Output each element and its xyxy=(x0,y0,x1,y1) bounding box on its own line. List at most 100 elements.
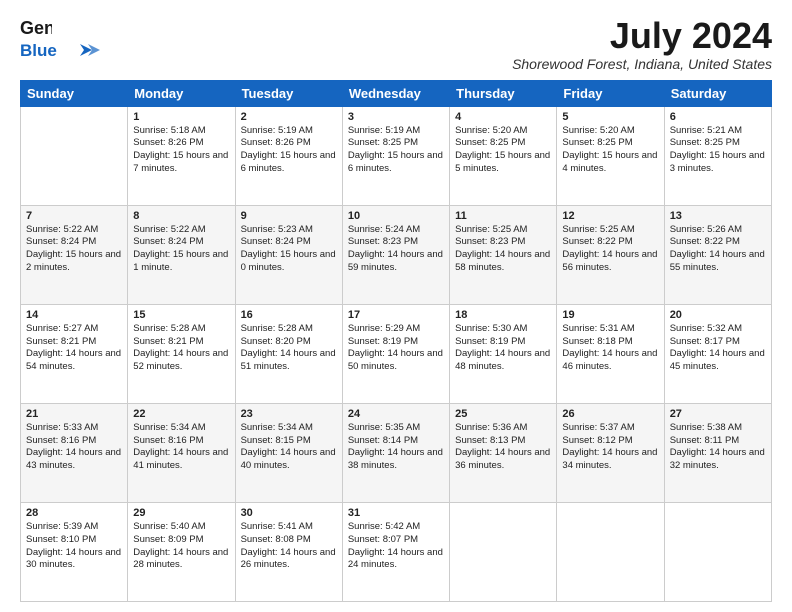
cell-info: Sunrise: 5:18 AMSunset: 8:26 PMDaylight:… xyxy=(133,125,228,174)
col-thursday: Thursday xyxy=(450,80,557,106)
day-number: 24 xyxy=(348,408,444,420)
table-row: 25 Sunrise: 5:36 AMSunset: 8:13 PMDaylig… xyxy=(450,403,557,502)
cell-info: Sunrise: 5:24 AMSunset: 8:23 PMDaylight:… xyxy=(348,224,443,273)
col-saturday: Saturday xyxy=(664,80,771,106)
calendar-week-row: 21 Sunrise: 5:33 AMSunset: 8:16 PMDaylig… xyxy=(21,403,772,502)
svg-text:Blue: Blue xyxy=(20,41,57,60)
day-number: 9 xyxy=(241,210,337,222)
cell-info: Sunrise: 5:20 AMSunset: 8:25 PMDaylight:… xyxy=(562,125,657,174)
cell-info: Sunrise: 5:42 AMSunset: 8:07 PMDaylight:… xyxy=(348,521,443,570)
day-number: 10 xyxy=(348,210,444,222)
table-row: 10 Sunrise: 5:24 AMSunset: 8:23 PMDaylig… xyxy=(342,205,449,304)
table-row: 8 Sunrise: 5:22 AMSunset: 8:24 PMDayligh… xyxy=(128,205,235,304)
col-tuesday: Tuesday xyxy=(235,80,342,106)
cell-info: Sunrise: 5:33 AMSunset: 8:16 PMDaylight:… xyxy=(26,422,121,471)
table-row: 20 Sunrise: 5:32 AMSunset: 8:17 PMDaylig… xyxy=(664,304,771,403)
col-monday: Monday xyxy=(128,80,235,106)
table-row: 15 Sunrise: 5:28 AMSunset: 8:21 PMDaylig… xyxy=(128,304,235,403)
table-row: 17 Sunrise: 5:29 AMSunset: 8:19 PMDaylig… xyxy=(342,304,449,403)
table-row: 12 Sunrise: 5:25 AMSunset: 8:22 PMDaylig… xyxy=(557,205,664,304)
cell-info: Sunrise: 5:32 AMSunset: 8:17 PMDaylight:… xyxy=(670,323,765,372)
table-row xyxy=(21,106,128,205)
table-row xyxy=(450,502,557,601)
table-row: 2 Sunrise: 5:19 AMSunset: 8:26 PMDayligh… xyxy=(235,106,342,205)
cell-info: Sunrise: 5:20 AMSunset: 8:25 PMDaylight:… xyxy=(455,125,550,174)
location: Shorewood Forest, Indiana, United States xyxy=(512,56,772,72)
cell-info: Sunrise: 5:39 AMSunset: 8:10 PMDaylight:… xyxy=(26,521,121,570)
col-friday: Friday xyxy=(557,80,664,106)
cell-info: Sunrise: 5:37 AMSunset: 8:12 PMDaylight:… xyxy=(562,422,657,471)
day-number: 31 xyxy=(348,507,444,519)
table-row xyxy=(557,502,664,601)
day-number: 2 xyxy=(241,111,337,123)
day-number: 17 xyxy=(348,309,444,321)
logo-bird-icon: Blue xyxy=(20,40,110,62)
cell-info: Sunrise: 5:19 AMSunset: 8:25 PMDaylight:… xyxy=(348,125,443,174)
day-number: 7 xyxy=(26,210,122,222)
table-row: 5 Sunrise: 5:20 AMSunset: 8:25 PMDayligh… xyxy=(557,106,664,205)
header: General Blue July 2024 Shorewood Forest,… xyxy=(20,16,772,72)
day-number: 12 xyxy=(562,210,658,222)
day-number: 28 xyxy=(26,507,122,519)
day-number: 1 xyxy=(133,111,229,123)
table-row: 23 Sunrise: 5:34 AMSunset: 8:15 PMDaylig… xyxy=(235,403,342,502)
table-row xyxy=(664,502,771,601)
cell-info: Sunrise: 5:19 AMSunset: 8:26 PMDaylight:… xyxy=(241,125,336,174)
table-row: 7 Sunrise: 5:22 AMSunset: 8:24 PMDayligh… xyxy=(21,205,128,304)
cell-info: Sunrise: 5:40 AMSunset: 8:09 PMDaylight:… xyxy=(133,521,228,570)
calendar-table: Sunday Monday Tuesday Wednesday Thursday… xyxy=(20,80,772,602)
table-row: 30 Sunrise: 5:41 AMSunset: 8:08 PMDaylig… xyxy=(235,502,342,601)
page: General Blue July 2024 Shorewood Forest,… xyxy=(0,0,792,612)
cell-info: Sunrise: 5:22 AMSunset: 8:24 PMDaylight:… xyxy=(26,224,121,273)
day-number: 6 xyxy=(670,111,766,123)
table-row: 29 Sunrise: 5:40 AMSunset: 8:09 PMDaylig… xyxy=(128,502,235,601)
header-row: Sunday Monday Tuesday Wednesday Thursday… xyxy=(21,80,772,106)
table-row: 4 Sunrise: 5:20 AMSunset: 8:25 PMDayligh… xyxy=(450,106,557,205)
day-number: 23 xyxy=(241,408,337,420)
table-row: 13 Sunrise: 5:26 AMSunset: 8:22 PMDaylig… xyxy=(664,205,771,304)
table-row: 9 Sunrise: 5:23 AMSunset: 8:24 PMDayligh… xyxy=(235,205,342,304)
calendar-week-row: 28 Sunrise: 5:39 AMSunset: 8:10 PMDaylig… xyxy=(21,502,772,601)
day-number: 8 xyxy=(133,210,229,222)
day-number: 25 xyxy=(455,408,551,420)
table-row: 21 Sunrise: 5:33 AMSunset: 8:16 PMDaylig… xyxy=(21,403,128,502)
cell-info: Sunrise: 5:34 AMSunset: 8:16 PMDaylight:… xyxy=(133,422,228,471)
cell-info: Sunrise: 5:21 AMSunset: 8:25 PMDaylight:… xyxy=(670,125,765,174)
table-row: 11 Sunrise: 5:25 AMSunset: 8:23 PMDaylig… xyxy=(450,205,557,304)
cell-info: Sunrise: 5:26 AMSunset: 8:22 PMDaylight:… xyxy=(670,224,765,273)
cell-info: Sunrise: 5:36 AMSunset: 8:13 PMDaylight:… xyxy=(455,422,550,471)
day-number: 3 xyxy=(348,111,444,123)
day-number: 16 xyxy=(241,309,337,321)
col-wednesday: Wednesday xyxy=(342,80,449,106)
day-number: 15 xyxy=(133,309,229,321)
day-number: 11 xyxy=(455,210,551,222)
table-row: 6 Sunrise: 5:21 AMSunset: 8:25 PMDayligh… xyxy=(664,106,771,205)
cell-info: Sunrise: 5:34 AMSunset: 8:15 PMDaylight:… xyxy=(241,422,336,471)
day-number: 13 xyxy=(670,210,766,222)
day-number: 14 xyxy=(26,309,122,321)
cell-info: Sunrise: 5:27 AMSunset: 8:21 PMDaylight:… xyxy=(26,323,121,372)
cell-info: Sunrise: 5:25 AMSunset: 8:22 PMDaylight:… xyxy=(562,224,657,273)
table-row: 3 Sunrise: 5:19 AMSunset: 8:25 PMDayligh… xyxy=(342,106,449,205)
cell-info: Sunrise: 5:28 AMSunset: 8:20 PMDaylight:… xyxy=(241,323,336,372)
day-number: 26 xyxy=(562,408,658,420)
title-area: July 2024 Shorewood Forest, Indiana, Uni… xyxy=(512,16,772,72)
cell-info: Sunrise: 5:31 AMSunset: 8:18 PMDaylight:… xyxy=(562,323,657,372)
day-number: 4 xyxy=(455,111,551,123)
cell-info: Sunrise: 5:41 AMSunset: 8:08 PMDaylight:… xyxy=(241,521,336,570)
col-sunday: Sunday xyxy=(21,80,128,106)
day-number: 19 xyxy=(562,309,658,321)
day-number: 18 xyxy=(455,309,551,321)
cell-info: Sunrise: 5:23 AMSunset: 8:24 PMDaylight:… xyxy=(241,224,336,273)
cell-info: Sunrise: 5:25 AMSunset: 8:23 PMDaylight:… xyxy=(455,224,550,273)
logo-icon: General xyxy=(20,16,52,42)
table-row: 19 Sunrise: 5:31 AMSunset: 8:18 PMDaylig… xyxy=(557,304,664,403)
calendar-week-row: 1 Sunrise: 5:18 AMSunset: 8:26 PMDayligh… xyxy=(21,106,772,205)
cell-info: Sunrise: 5:29 AMSunset: 8:19 PMDaylight:… xyxy=(348,323,443,372)
day-number: 27 xyxy=(670,408,766,420)
cell-info: Sunrise: 5:22 AMSunset: 8:24 PMDaylight:… xyxy=(133,224,228,273)
table-row: 16 Sunrise: 5:28 AMSunset: 8:20 PMDaylig… xyxy=(235,304,342,403)
table-row: 22 Sunrise: 5:34 AMSunset: 8:16 PMDaylig… xyxy=(128,403,235,502)
table-row: 24 Sunrise: 5:35 AMSunset: 8:14 PMDaylig… xyxy=(342,403,449,502)
day-number: 22 xyxy=(133,408,229,420)
